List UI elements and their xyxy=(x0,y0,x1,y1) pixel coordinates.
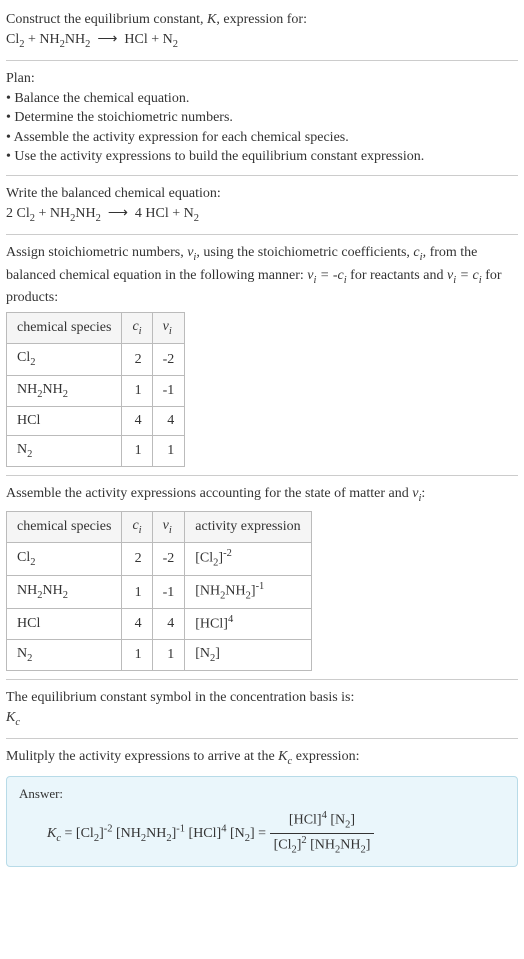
cell-ci: 4 xyxy=(122,407,152,436)
text: Assemble the activity expressions accoun… xyxy=(6,486,412,501)
cell-activity: [Cl2]-2 xyxy=(185,543,311,576)
cell-nui: 4 xyxy=(152,407,185,436)
fraction-denominator: [Cl2]2 [NH2NH2] xyxy=(270,834,375,858)
table-row: HCl 4 4 xyxy=(7,407,185,436)
table-row: N2 1 1 xyxy=(7,435,185,466)
cell-species: HCl xyxy=(7,407,122,436)
divider xyxy=(6,60,518,61)
relation: νi = ci xyxy=(447,268,482,283)
balanced-equation: 2 Cl2 + NH2NH2 ⟶ 4 HCl + N2 xyxy=(6,204,518,226)
relation: νi = -ci xyxy=(307,268,346,283)
cell-activity: [HCl]4 xyxy=(185,609,311,639)
plan-item: • Determine the stoichiometric numbers. xyxy=(6,108,518,128)
text: expression: xyxy=(292,749,359,764)
header-K: K xyxy=(207,12,216,27)
cell-ci: 1 xyxy=(122,576,152,609)
header-text: Construct the equilibrium constant, xyxy=(6,12,207,27)
divider xyxy=(6,475,518,476)
table-row: Cl2 2 -2 xyxy=(7,344,185,375)
stoich-intro: Assign stoichiometric numbers, νi, using… xyxy=(6,243,518,308)
divider xyxy=(6,234,518,235)
unbalanced-equation: Cl2 + NH2NH2 ⟶ HCl + N2 xyxy=(6,32,178,47)
table-row: NH2NH2 1 -1 [NH2NH2]-1 xyxy=(7,576,312,609)
col-nui: νi xyxy=(152,312,185,343)
table-header-row: chemical species ci νi activity expressi… xyxy=(7,511,312,542)
cell-species: NH2NH2 xyxy=(7,375,122,406)
text: Assign stoichiometric numbers, xyxy=(6,245,187,260)
cell-ci: 1 xyxy=(122,435,152,466)
col-species: chemical species xyxy=(7,511,122,542)
plan-title: Plan: xyxy=(6,69,518,89)
table-header-row: chemical species ci νi xyxy=(7,312,185,343)
stoich-section: Assign stoichiometric numbers, νi, using… xyxy=(6,243,518,467)
cell-ci: 2 xyxy=(122,543,152,576)
plan-section: Plan: • Balance the chemical equation. •… xyxy=(6,69,518,167)
c-symbol: ci xyxy=(413,245,422,260)
cell-nui: -1 xyxy=(152,576,185,609)
kc-symbol: Kc xyxy=(47,826,61,841)
cell-ci: 2 xyxy=(122,344,152,375)
kc-symbol: Kc xyxy=(278,749,292,764)
plan-item: • Use the activity expressions to build … xyxy=(6,147,518,167)
kc-intro: The equilibrium constant symbol in the c… xyxy=(6,688,518,708)
text: Mulitply the activity expressions to arr… xyxy=(6,749,278,764)
cell-species: N2 xyxy=(7,435,122,466)
multiply-section: Mulitply the activity expressions to arr… xyxy=(6,747,518,769)
activity-section: Assemble the activity expressions accoun… xyxy=(6,484,518,671)
header-text-end: , expression for: xyxy=(216,12,307,27)
plan-item: • Assemble the activity expression for e… xyxy=(6,128,518,148)
balanced-section: Write the balanced chemical equation: 2 … xyxy=(6,184,518,226)
answer-label: Answer: xyxy=(19,785,505,803)
table-row: NH2NH2 1 -1 xyxy=(7,375,185,406)
fraction-numerator: [HCl]4 [N2] xyxy=(270,809,375,834)
answer-box: Answer: Kc = [Cl2]-2 [NH2NH2]-1 [HCl]4 [… xyxy=(6,776,518,867)
cell-nui: 1 xyxy=(152,435,185,466)
equals: = xyxy=(258,826,269,841)
problem-statement: Construct the equilibrium constant, K, e… xyxy=(6,10,518,52)
activity-intro: Assemble the activity expressions accoun… xyxy=(6,484,518,506)
equals: = xyxy=(65,826,76,841)
divider xyxy=(6,738,518,739)
table-row: N2 1 1 [N2] xyxy=(7,639,312,670)
cell-species: HCl xyxy=(7,609,122,639)
divider xyxy=(6,679,518,680)
activity-table: chemical species ci νi activity expressi… xyxy=(6,511,312,672)
kc-symbol: Kc xyxy=(6,708,518,730)
cell-nui: -1 xyxy=(152,375,185,406)
balanced-intro: Write the balanced chemical equation: xyxy=(6,184,518,204)
cell-activity: [NH2NH2]-1 xyxy=(185,576,311,609)
kc-symbol-section: The equilibrium constant symbol in the c… xyxy=(6,688,518,730)
product-terms: [Cl2]-2 [NH2NH2]-1 [HCl]4 [N2] xyxy=(76,826,255,841)
nu-symbol: νi xyxy=(187,245,196,260)
text: for reactants and xyxy=(347,268,447,283)
text: : xyxy=(421,486,425,501)
cell-ci: 1 xyxy=(122,375,152,406)
text: , using the stoichiometric coefficients, xyxy=(196,245,413,260)
cell-nui: 1 xyxy=(152,639,185,670)
cell-activity: [N2] xyxy=(185,639,311,670)
cell-ci: 4 xyxy=(122,609,152,639)
col-ci: ci xyxy=(122,511,152,542)
cell-nui: 4 xyxy=(152,609,185,639)
col-ci: ci xyxy=(122,312,152,343)
cell-nui: -2 xyxy=(152,344,185,375)
col-species: chemical species xyxy=(7,312,122,343)
cell-nui: -2 xyxy=(152,543,185,576)
stoich-table: chemical species ci νi Cl2 2 -2 NH2NH2 1… xyxy=(6,312,185,468)
cell-species: NH2NH2 xyxy=(7,576,122,609)
answer-expression: Kc = [Cl2]-2 [NH2NH2]-1 [HCl]4 [N2] = [H… xyxy=(19,809,505,858)
cell-ci: 1 xyxy=(122,639,152,670)
plan-item: • Balance the chemical equation. xyxy=(6,89,518,109)
divider xyxy=(6,175,518,176)
col-activity: activity expression xyxy=(185,511,311,542)
col-nui: νi xyxy=(152,511,185,542)
table-row: HCl 4 4 [HCl]4 xyxy=(7,609,312,639)
cell-species: Cl2 xyxy=(7,543,122,576)
cell-species: Cl2 xyxy=(7,344,122,375)
table-row: Cl2 2 -2 [Cl2]-2 xyxy=(7,543,312,576)
fraction: [HCl]4 [N2] [Cl2]2 [NH2NH2] xyxy=(270,809,375,858)
cell-species: N2 xyxy=(7,639,122,670)
